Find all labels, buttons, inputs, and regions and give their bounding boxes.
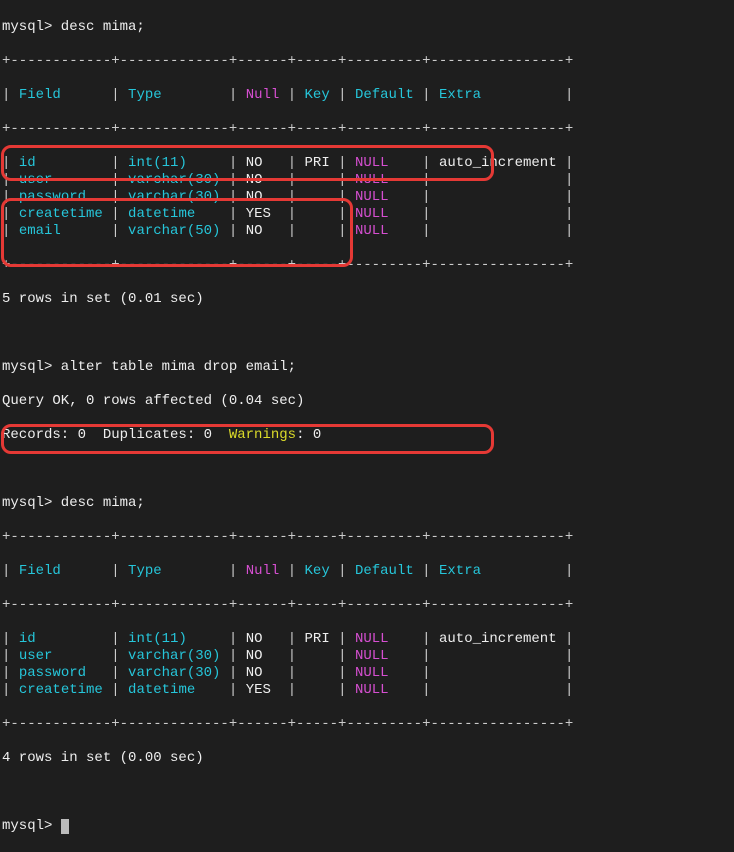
prompt-alter-table: mysql> alter table mima drop email;	[2, 359, 734, 376]
table-row: | password | varchar(30) | NO | | NULL |…	[2, 665, 734, 682]
table-border: +------------+-------------+------+-----…	[2, 716, 734, 733]
prompt-desc-mima-1: mysql> desc mima;	[2, 19, 734, 36]
table-row: | id | int(11) | NO | PRI | NULL | auto_…	[2, 155, 734, 172]
rows-in-set-1: 5 rows in set (0.01 sec)	[2, 291, 734, 308]
table-border: +------------+-------------+------+-----…	[2, 529, 734, 546]
records-line: Records: 0 Duplicates: 0 Warnings: 0	[2, 427, 734, 444]
table-row: | password | varchar(30) | NO | | NULL |…	[2, 189, 734, 206]
cursor-icon	[61, 819, 69, 834]
table-header-row: | Field | Type | Null | Key | Default | …	[2, 87, 734, 104]
blank-line	[2, 461, 734, 478]
prompt-cursor[interactable]: mysql>	[2, 818, 734, 835]
blank-line	[2, 325, 734, 342]
mysql-terminal[interactable]: mysql> desc mima; +------------+--------…	[0, 0, 734, 852]
table-row: | user | varchar(30) | NO | | NULL | |	[2, 648, 734, 665]
table-border: +------------+-------------+------+-----…	[2, 53, 734, 70]
query-ok: Query OK, 0 rows affected (0.04 sec)	[2, 393, 734, 410]
table-row: | email | varchar(50) | NO | | NULL | |	[2, 223, 734, 240]
table-border: +------------+-------------+------+-----…	[2, 597, 734, 614]
table-border: +------------+-------------+------+-----…	[2, 257, 734, 274]
rows-in-set-2: 4 rows in set (0.00 sec)	[2, 750, 734, 767]
table-row: | createtime | datetime | YES | | NULL |…	[2, 206, 734, 223]
prompt-desc-mima-2: mysql> desc mima;	[2, 495, 734, 512]
table-header-row: | Field | Type | Null | Key | Default | …	[2, 563, 734, 580]
table-border: +------------+-------------+------+-----…	[2, 121, 734, 138]
table-row: | createtime | datetime | YES | | NULL |…	[2, 682, 734, 699]
blank-line	[2, 784, 734, 801]
table-row: | user | varchar(30) | NO | | NULL | |	[2, 172, 734, 189]
table-row: | id | int(11) | NO | PRI | NULL | auto_…	[2, 631, 734, 648]
